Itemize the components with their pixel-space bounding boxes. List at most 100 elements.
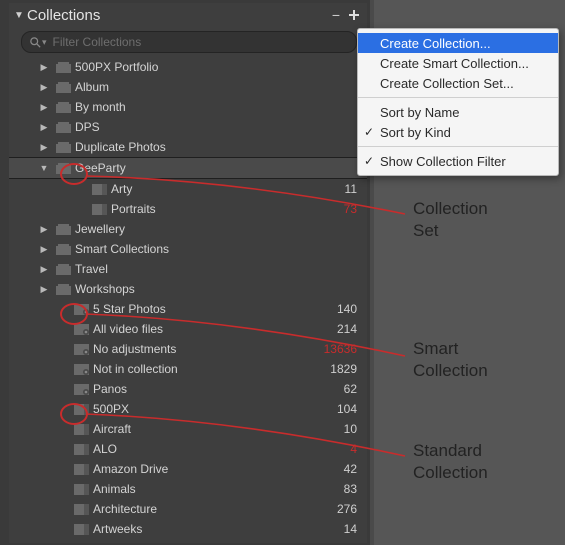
item-label: Panos [89,382,317,396]
item-label: GeeParty [71,161,317,175]
list-item[interactable]: ▶ 500PX Portfolio [9,57,367,77]
disclosure-icon[interactable]: ▶ [39,102,49,113]
collections-list: ▶ 500PX Portfolio ▶ Album ▶ By month ▶ [9,55,367,539]
menu-item-create-collection[interactable]: Create Collection... [358,33,558,53]
disclosure-icon[interactable]: ▶ [39,122,49,133]
item-count: 73 [317,202,357,216]
collection-set-icon [55,142,71,153]
list-item[interactable]: ▶ Animals 83 [9,479,367,499]
menu-item-show-filter[interactable]: Show Collection Filter [358,151,558,171]
item-label: No adjustments [89,342,317,356]
list-item[interactable]: ▶ All video files 214 [9,319,367,339]
disclosure-icon[interactable]: ▶ [39,284,49,295]
list-item[interactable]: ▶ DPS [9,117,367,137]
item-count: 62 [317,382,357,396]
collection-set-icon [55,82,71,93]
collection-icon [91,184,107,195]
item-label: 5 Star Photos [89,302,317,316]
disclosure-icon[interactable]: ▶ [39,244,49,255]
item-count: 11 [317,182,357,196]
menu-item-sort-name[interactable]: Sort by Name [358,102,558,122]
list-item[interactable]: ▶ Travel [9,259,367,279]
item-label: Amazon Drive [89,462,317,476]
item-count: 214 [317,322,357,336]
list-item[interactable]: ▶ No adjustments 13636 [9,339,367,359]
disclosure-icon[interactable]: ▶ [39,142,49,153]
list-item[interactable]: ▶ Panos 62 [9,379,367,399]
collection-icon [73,524,89,535]
annotation-text: Standard Collection [413,440,488,484]
item-label: By month [71,100,317,114]
collection-icon [73,444,89,455]
list-item[interactable]: ▶ Aircraft 10 [9,419,367,439]
item-label: Workshops [71,282,317,296]
list-item[interactable]: ▶ Amazon Drive 42 [9,459,367,479]
context-menu: Create Collection... Create Smart Collec… [357,28,559,176]
menu-item-create-set[interactable]: Create Collection Set... [358,73,558,93]
smart-collection-icon [73,304,89,315]
item-count: 140 [317,302,357,316]
menu-item-sort-kind[interactable]: Sort by Kind [358,122,558,142]
list-item[interactable]: ▶ 5 Star Photos 140 [9,299,367,319]
search-row: ▾ [9,27,367,55]
item-label: Duplicate Photos [71,140,317,154]
item-count: 10 [317,422,357,436]
collections-panel: ▼ Collections − ▾ ▶ [9,3,367,543]
search-input[interactable] [47,34,348,50]
list-item[interactable]: ▶ Album [9,77,367,97]
collection-set-icon [55,264,71,275]
item-label: 500PX Portfolio [71,60,317,74]
menu-separator [358,97,558,98]
collection-set-icon [55,102,71,113]
minimize-button[interactable]: − [329,8,343,22]
smart-collection-icon [73,324,89,335]
list-item[interactable]: ▶ Not in collection 1829 [9,359,367,379]
item-count: 14 [317,522,357,536]
smart-collection-icon [73,364,89,375]
item-count: 83 [317,482,357,496]
list-item[interactable]: ▶ Artweeks 14 [9,519,367,539]
add-button[interactable] [347,8,361,22]
menu-item-create-smart[interactable]: Create Smart Collection... [358,53,558,73]
list-item[interactable]: ▶ 500PX 104 [9,399,367,419]
collection-icon [73,424,89,435]
item-label: Architecture [89,502,317,516]
list-item[interactable]: ▶ Jewellery [9,219,367,239]
list-item[interactable]: ▶ Arty 11 [9,179,367,199]
annotation-text: Collection Set [413,198,488,242]
search-field[interactable]: ▾ [21,31,357,53]
collection-set-icon [55,284,71,295]
item-count: 4 [317,442,357,456]
disclosure-icon[interactable]: ▶ [39,264,49,275]
list-item[interactable]: ▶ Portraits 73 [9,199,367,219]
disclosure-icon[interactable]: ▼ [39,163,49,173]
list-item[interactable]: ▶ By month [9,97,367,117]
disclosure-icon[interactable]: ▶ [39,224,49,235]
panel-title: Collections [25,7,325,24]
collection-icon [73,464,89,475]
annotation-text: Smart Collection [413,338,488,382]
panel-disclosure-icon[interactable]: ▼ [13,10,25,21]
collection-icon [91,204,107,215]
smart-collection-icon [73,384,89,395]
collection-set-icon [55,244,71,255]
item-label: All video files [89,322,317,336]
item-count: 1829 [317,362,357,376]
list-item[interactable]: ▶ Smart Collections [9,239,367,259]
list-item[interactable]: ▶ Workshops [9,279,367,299]
disclosure-icon[interactable]: ▶ [39,82,49,93]
item-label: Artweeks [89,522,317,536]
list-item[interactable]: ▶ Duplicate Photos [9,137,367,157]
list-item[interactable]: ▶ Architecture 276 [9,499,367,519]
item-count: 104 [317,402,357,416]
list-item[interactable]: ▼ GeeParty [9,157,367,179]
panel-header[interactable]: ▼ Collections − [9,3,367,27]
menu-separator [358,146,558,147]
search-icon [30,37,41,48]
item-label: Portraits [107,202,317,216]
collection-icon [73,484,89,495]
item-label: Smart Collections [71,242,317,256]
item-label: DPS [71,120,317,134]
disclosure-icon[interactable]: ▶ [39,62,49,73]
list-item[interactable]: ▶ ALO 4 [9,439,367,459]
